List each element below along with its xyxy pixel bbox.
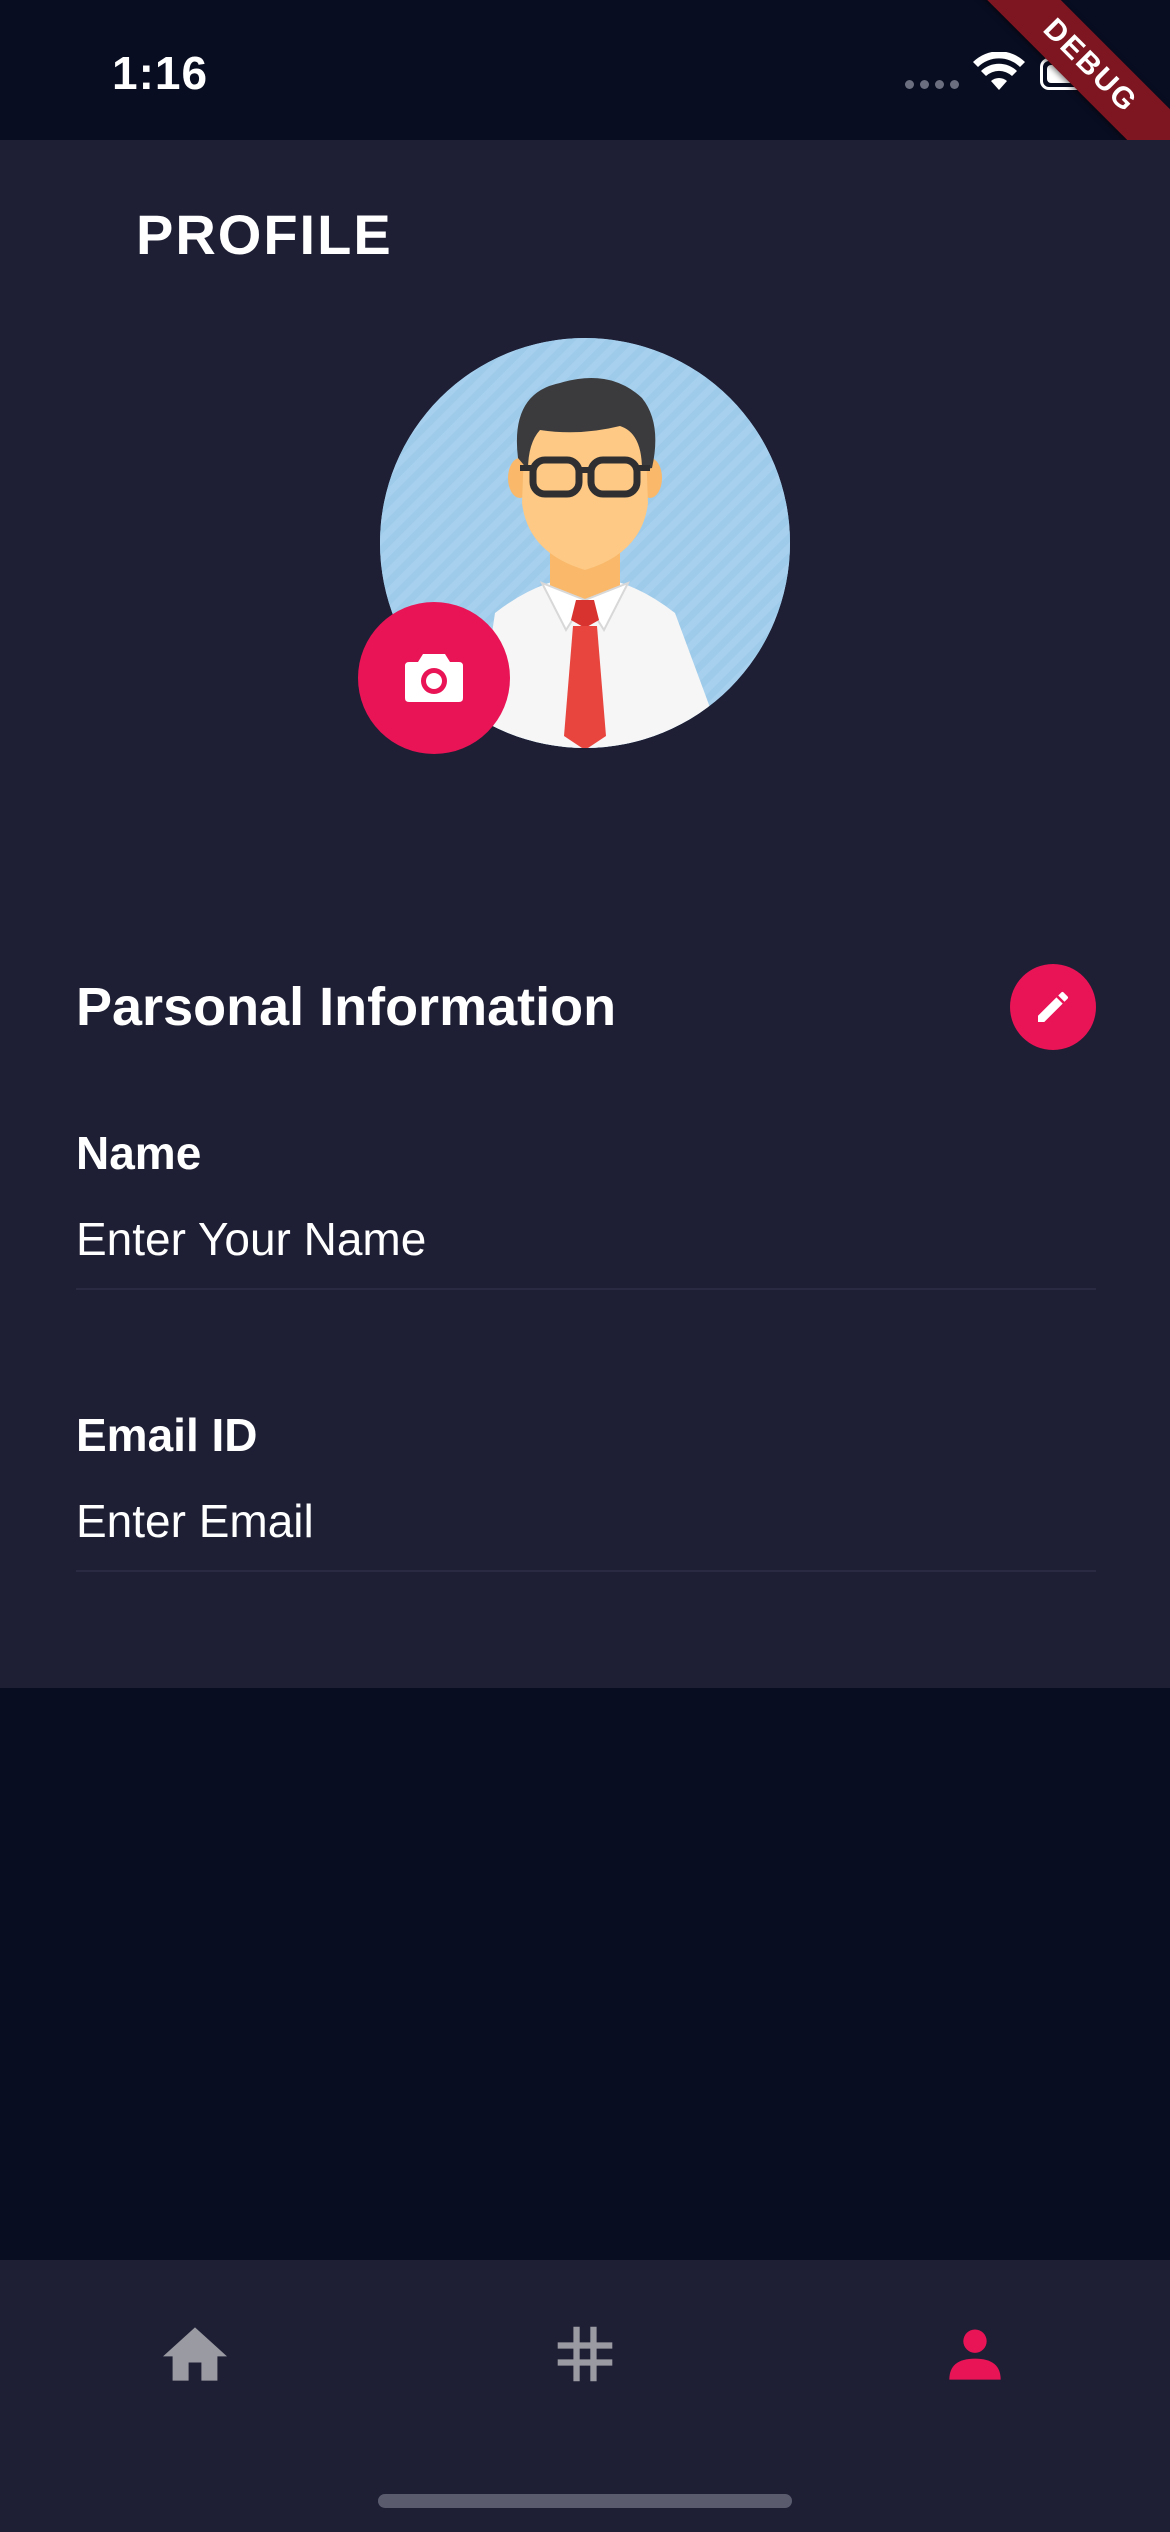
bottom-navigation-bar	[0, 2260, 1170, 2532]
wifi-icon	[973, 52, 1025, 90]
edit-profile-button[interactable]	[1010, 964, 1096, 1050]
change-photo-button[interactable]	[358, 602, 510, 754]
name-label: Name	[76, 1127, 202, 1179]
status-time: 1:16	[112, 47, 209, 99]
nav-item-profile[interactable]	[925, 2304, 1025, 2404]
profile-card: PROFILE Parsonal Information Name Enter …	[0, 140, 1170, 1688]
hashtag-icon	[557, 2326, 613, 2382]
page-title: PROFILE	[136, 203, 393, 266]
home-indicator[interactable]	[378, 2494, 792, 2508]
nav-item-hashtag[interactable]	[535, 2304, 635, 2404]
email-label: Email ID	[76, 1409, 258, 1461]
profile-screen: 1:16 DEBUG PROFILE Parsonal Information …	[0, 0, 1170, 2532]
person-icon	[949, 2329, 1001, 2380]
section-title-personal-information: Parsonal Information	[76, 977, 617, 1037]
cellular-signal-icon	[905, 80, 959, 89]
name-input[interactable]	[76, 1190, 1096, 1290]
home-icon	[163, 2327, 227, 2381]
email-input[interactable]	[76, 1472, 1096, 1572]
status-bar: 1:16	[0, 0, 1170, 140]
camera-icon	[405, 654, 463, 702]
nav-item-home[interactable]	[145, 2304, 245, 2404]
pencil-icon	[1038, 991, 1069, 1022]
